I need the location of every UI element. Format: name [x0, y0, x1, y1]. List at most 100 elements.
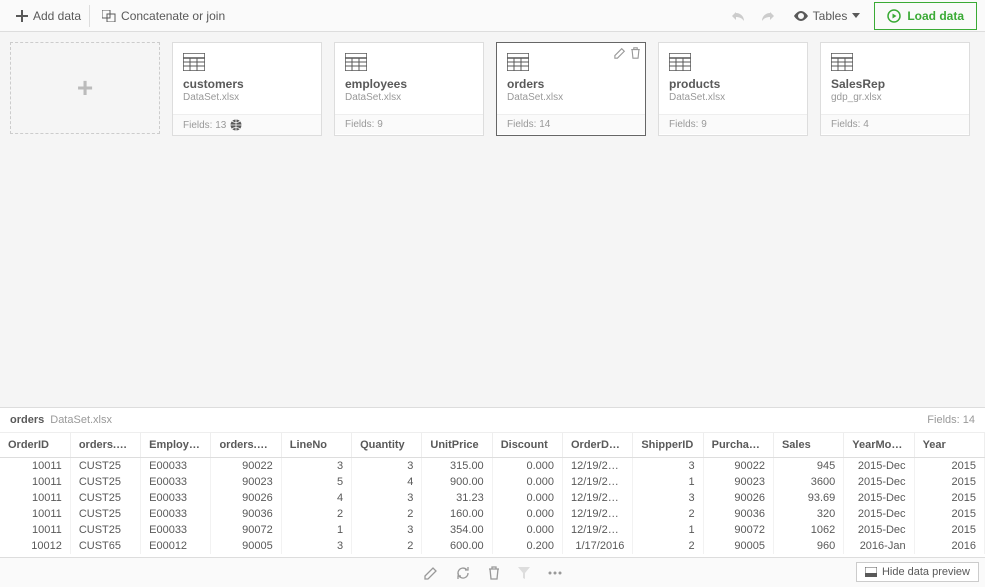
- cell: 12/19/2015: [563, 490, 633, 506]
- card-edit-button[interactable]: [614, 47, 626, 59]
- table-card-products[interactable]: productsDataSet.xlsxFields: 9: [658, 42, 808, 136]
- cell: 1: [281, 522, 351, 538]
- cell: 1062: [773, 522, 843, 538]
- concatenate-button[interactable]: Concatenate or join: [94, 5, 233, 27]
- table-row[interactable]: 10011CUST25E00033900264331.230.00012/19/…: [0, 490, 985, 506]
- column-header[interactable]: UnitPrice: [422, 433, 492, 458]
- card-footer: Fields: 9: [659, 114, 807, 134]
- column-header[interactable]: EmployeeKey: [141, 433, 211, 458]
- cell: 90072: [211, 522, 281, 538]
- table-row[interactable]: 10011CUST25E000339002233315.000.00012/19…: [0, 458, 985, 475]
- table-card-orders[interactable]: ordersDataSet.xlsxFields: 14: [496, 42, 646, 136]
- plus-large-icon: +: [77, 72, 93, 104]
- table-row[interactable]: 10011CUST25E000339003622160.000.00012/19…: [0, 506, 985, 522]
- cell: 90023: [211, 474, 281, 490]
- column-header[interactable]: Year: [914, 433, 984, 458]
- join-icon: [102, 10, 116, 22]
- cell: 1/17/2016: [563, 538, 633, 554]
- chevron-down-icon: [852, 13, 860, 18]
- add-data-button[interactable]: Add data: [8, 5, 90, 27]
- cell: 10011: [0, 490, 70, 506]
- preview-table-name: orders: [10, 414, 44, 426]
- cell: CUST25: [70, 522, 140, 538]
- refresh-button[interactable]: [456, 566, 470, 580]
- add-table-card[interactable]: +: [10, 42, 160, 134]
- delete-button[interactable]: [488, 566, 500, 580]
- column-header[interactable]: Quantity: [352, 433, 422, 458]
- table-row[interactable]: 10011CUST25E000339007213354.000.00012/19…: [0, 522, 985, 538]
- column-header[interactable]: PurchasedP...: [703, 433, 773, 458]
- cell: 90026: [703, 490, 773, 506]
- cell: 0.000: [492, 474, 562, 490]
- cell: 4: [352, 474, 422, 490]
- cell: E00033: [141, 522, 211, 538]
- table-row[interactable]: 10011CUST25E000339002354900.000.00012/19…: [0, 474, 985, 490]
- table-card-employees[interactable]: employeesDataSet.xlsxFields: 9: [334, 42, 484, 136]
- cell: 90036: [211, 506, 281, 522]
- undo-icon: [731, 10, 745, 22]
- cell: 2: [633, 538, 703, 554]
- cell: 12/19/2015: [563, 458, 633, 475]
- column-header[interactable]: YearMonth: [844, 433, 914, 458]
- card-footer: Fields: 14: [497, 114, 645, 134]
- column-header[interactable]: OrderDate: [563, 433, 633, 458]
- column-header[interactable]: orders.Cust...: [70, 433, 140, 458]
- card-footer: Fields: 9: [335, 114, 483, 134]
- table-icon: [831, 53, 959, 71]
- card-subtitle: DataSet.xlsx: [345, 92, 473, 103]
- column-header[interactable]: ShipperID: [633, 433, 703, 458]
- cell: 315.00: [422, 458, 492, 475]
- pencil-icon: [424, 566, 438, 580]
- cell: 2015-Dec: [844, 522, 914, 538]
- cell: E00033: [141, 490, 211, 506]
- column-header[interactable]: orders.Prod...: [211, 433, 281, 458]
- preview-table-source: DataSet.xlsx: [50, 414, 112, 426]
- edit-button[interactable]: [424, 566, 438, 580]
- cell: 12/19/2015: [563, 474, 633, 490]
- hide-preview-button[interactable]: Hide data preview: [856, 562, 979, 582]
- trash-icon: [630, 47, 641, 59]
- cell: 2015: [914, 458, 984, 475]
- table-icon: [183, 53, 311, 71]
- cell: 2015-Dec: [844, 474, 914, 490]
- column-header[interactable]: Discount: [492, 433, 562, 458]
- panel-icon: [865, 567, 877, 577]
- cell: 1: [633, 522, 703, 538]
- load-data-button[interactable]: Load data: [874, 2, 977, 30]
- card-subtitle: DataSet.xlsx: [669, 92, 797, 103]
- cell: 90022: [211, 458, 281, 475]
- table-icon: [345, 53, 473, 71]
- tables-view-button[interactable]: Tables: [786, 5, 869, 27]
- cell: 2016: [914, 538, 984, 554]
- cell: 2015: [914, 506, 984, 522]
- top-toolbar: Add data Concatenate or join Tables Load…: [0, 0, 985, 32]
- cell: 90022: [703, 458, 773, 475]
- column-header[interactable]: OrderID: [0, 433, 70, 458]
- column-header[interactable]: Sales: [773, 433, 843, 458]
- canvas-area: + customersDataSet.xlsxFields: 13employe…: [0, 32, 985, 408]
- cell: 160.00: [422, 506, 492, 522]
- table-card-SalesRep[interactable]: SalesRepgdp_gr.xlsxFields: 4: [820, 42, 970, 136]
- more-button[interactable]: [548, 571, 562, 575]
- cell: 2016-Jan: [844, 538, 914, 554]
- cell: 93.69: [773, 490, 843, 506]
- cell: 1: [633, 474, 703, 490]
- column-header[interactable]: LineNo: [281, 433, 351, 458]
- cell: 90023: [703, 474, 773, 490]
- card-title: orders: [507, 77, 635, 91]
- table-card-customers[interactable]: customersDataSet.xlsxFields: 13: [172, 42, 322, 136]
- cell: 0.000: [492, 490, 562, 506]
- cell: 3: [633, 490, 703, 506]
- data-preview-grid[interactable]: OrderIDorders.Cust...EmployeeKeyorders.P…: [0, 433, 985, 557]
- concatenate-label: Concatenate or join: [121, 9, 225, 23]
- eye-icon: [794, 11, 808, 21]
- cell: 90036: [703, 506, 773, 522]
- cell: 2015-Dec: [844, 458, 914, 475]
- cell: 10011: [0, 474, 70, 490]
- pencil-icon: [614, 47, 626, 59]
- card-delete-button[interactable]: [630, 47, 641, 59]
- plus-icon: [16, 10, 28, 22]
- cell: 600.00: [422, 538, 492, 554]
- table-row[interactable]: 10012CUST65E000129000532600.000.2001/17/…: [0, 538, 985, 554]
- cell: 2015-Dec: [844, 490, 914, 506]
